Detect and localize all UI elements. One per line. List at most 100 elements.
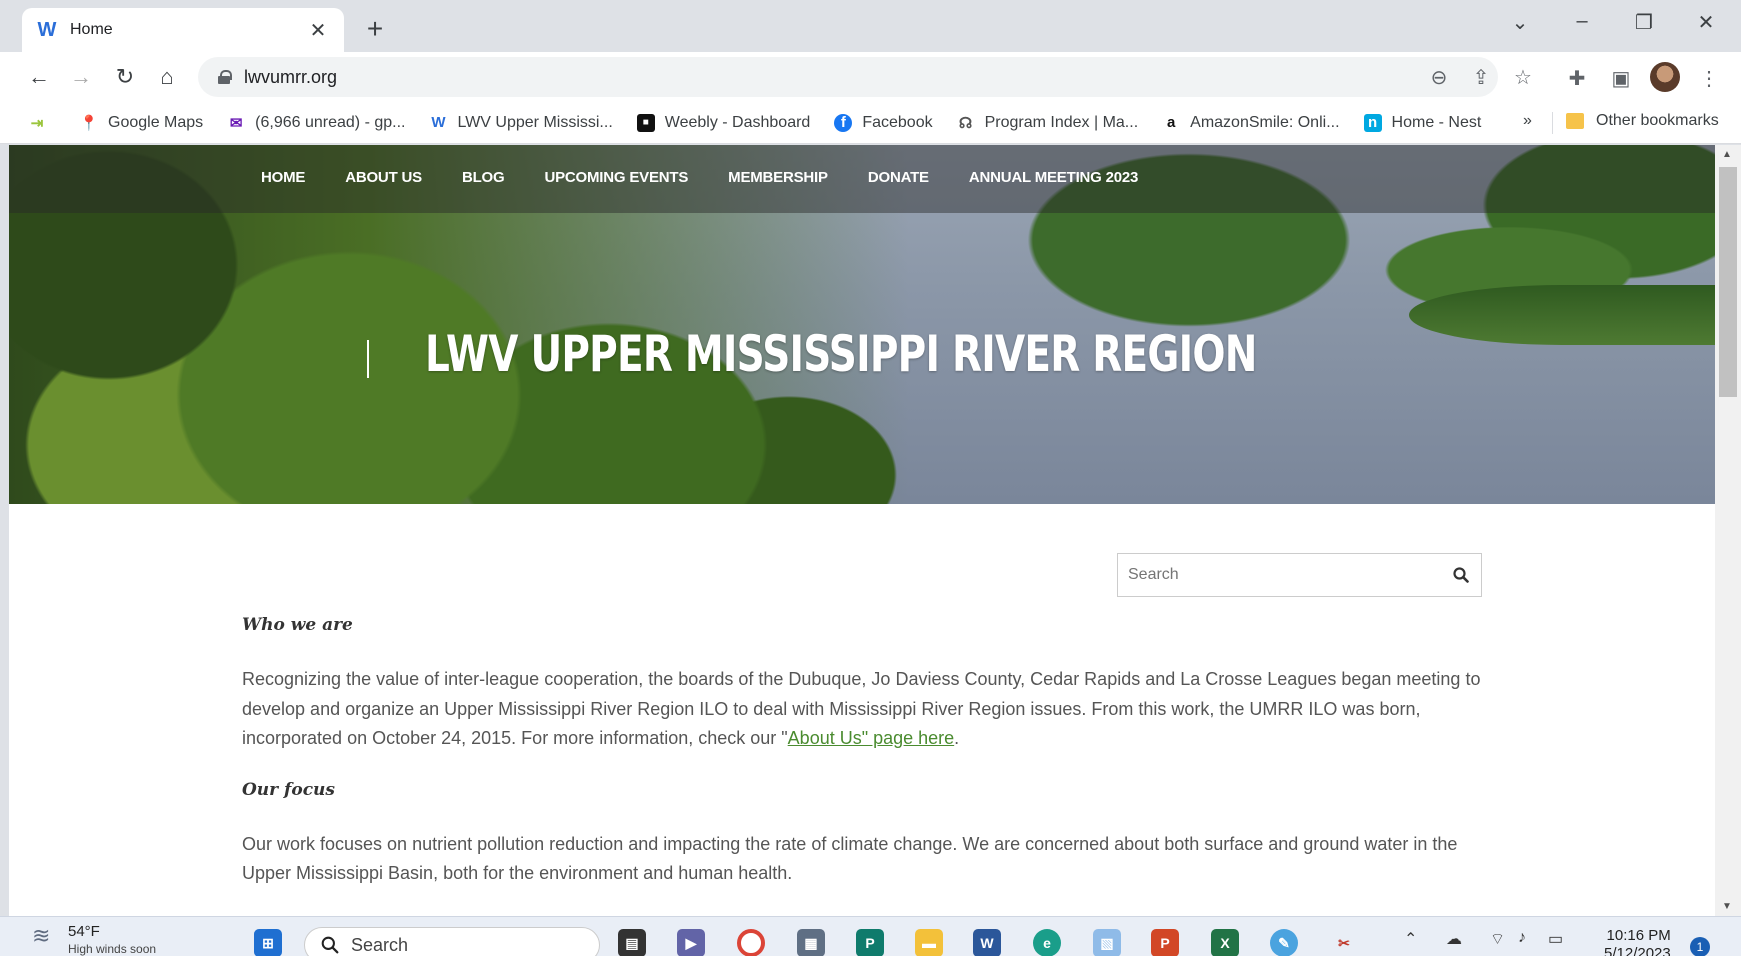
title-cursor-bar: [367, 340, 369, 378]
bookmark-item[interactable]: a AmazonSmile: Onli...: [1162, 113, 1340, 132]
more-bookmarks-button[interactable]: »: [1523, 112, 1532, 130]
bookmark-item[interactable]: W LWV Upper Mississi...: [429, 114, 612, 132]
scroll-down-arrow-icon[interactable]: ▼: [1722, 901, 1732, 912]
site-search-input[interactable]: [1128, 566, 1441, 584]
who-we-are-paragraph: Recognizing the value of inter-league co…: [242, 665, 1492, 754]
who-text-end: .: [954, 728, 960, 748]
weather-temp: 54°F: [68, 923, 100, 940]
wifi-icon[interactable]: ⌔: [1490, 929, 1505, 949]
scroll-up-arrow-icon[interactable]: ▲: [1722, 149, 1732, 160]
address-url: lwvumrr.org: [244, 66, 338, 87]
mail-icon: ✉: [229, 114, 243, 132]
extensions-icon[interactable]: ✚: [1562, 66, 1592, 91]
bookmark-label: Program Index | Ma...: [984, 113, 1139, 131]
close-window-icon[interactable]: ✕: [1688, 10, 1724, 35]
bookmark-item[interactable]: n Home - Nest: [1363, 113, 1482, 132]
bookmarks-divider: [1552, 112, 1553, 134]
nav-about-us[interactable]: ABOUT US: [345, 169, 422, 186]
bookmark-item[interactable]: ☊ Program Index | Ma...: [957, 113, 1139, 132]
our-focus-paragraph: Our work focuses on nutrient pollution r…: [242, 833, 1458, 884]
our-focus-heading: Our focus: [242, 779, 335, 800]
zoom-out-icon[interactable]: ⊖: [1426, 65, 1452, 90]
nav-membership[interactable]: MEMBERSHIP: [728, 169, 828, 186]
address-bar[interactable]: lwvumrr.org ⊖ ⇪ ☆: [198, 57, 1532, 97]
bookmark-label: AmazonSmile: Onli...: [1190, 113, 1340, 131]
bookmark-label: Home - Nest: [1391, 113, 1482, 131]
menu-kebab-icon[interactable]: ⋮: [1694, 66, 1724, 91]
nav-blog[interactable]: BLOG: [462, 169, 505, 186]
paint-icon[interactable]: ✎: [1270, 929, 1298, 956]
chrome-icon[interactable]: [737, 929, 765, 956]
weather-widget[interactable]: ≋ 54°F High winds soon: [32, 923, 156, 956]
nav-upcoming-events[interactable]: UPCOMING EVENTS: [544, 169, 688, 186]
bookmark-item[interactable]: ■ Weebly - Dashboard: [636, 113, 811, 132]
bookmark-label: (6,966 unread) - gp...: [255, 113, 406, 131]
photos-icon[interactable]: ▧: [1093, 929, 1121, 956]
home-icon[interactable]: ⌂: [152, 62, 182, 92]
share-icon[interactable]: ⇪: [1468, 65, 1494, 90]
bookmark-item[interactable]: f Facebook: [834, 113, 933, 132]
battery-icon[interactable]: ▭: [1548, 929, 1563, 949]
taskbar-search[interactable]: Search: [304, 927, 600, 956]
back-icon[interactable]: ←: [24, 62, 54, 92]
scrollbar-thumb[interactable]: [1719, 167, 1737, 397]
excel-icon[interactable]: X: [1211, 929, 1239, 956]
other-bookmarks-label: Other bookmarks: [1596, 112, 1719, 129]
onedrive-icon[interactable]: ☁: [1446, 929, 1462, 949]
side-panel-icon[interactable]: ▣: [1606, 66, 1636, 91]
volume-icon[interactable]: ♪: [1518, 929, 1526, 947]
page-scrollbar[interactable]: ▲ ▼: [1715, 145, 1741, 916]
publisher-icon[interactable]: P: [856, 929, 884, 956]
clock-time: 10:16 PM: [1606, 927, 1671, 944]
program-icon: ☊: [958, 114, 973, 132]
snipping-tool-icon[interactable]: ✂: [1330, 929, 1358, 956]
notification-badge[interactable]: 1: [1690, 937, 1710, 956]
bookmark-label: Weebly - Dashboard: [664, 113, 811, 131]
task-view-icon[interactable]: ▤: [618, 929, 646, 956]
bookmark-item[interactable]: 📍 Google Maps: [80, 114, 204, 132]
word-icon[interactable]: W: [973, 929, 1001, 956]
tab-search-chevron-icon[interactable]: ⌄: [1502, 10, 1538, 35]
weebly-icon: W: [37, 18, 57, 41]
edge-icon[interactable]: e: [1033, 929, 1061, 956]
windows-start-icon[interactable]: ⊞: [254, 929, 282, 956]
weather-desc: High winds soon: [68, 942, 157, 956]
system-clock[interactable]: 10:16 PM 5/12/2023: [1604, 927, 1671, 956]
bookmarks-bar: ⇥ 📍 Google Maps ✉ (6,966 unread) - gp...…: [0, 102, 1741, 144]
profile-avatar[interactable]: [1650, 62, 1680, 92]
bookmark-item[interactable]: ⇥: [28, 114, 56, 132]
bookmark-item[interactable]: ✉ (6,966 unread) - gp...: [227, 113, 406, 132]
tab-title: Home: [70, 21, 113, 38]
weebly-icon: W: [431, 114, 446, 131]
bookmark-star-icon[interactable]: ☆: [1510, 65, 1536, 90]
lock-icon[interactable]: [218, 70, 232, 84]
site-search[interactable]: [1117, 553, 1482, 597]
bookmark-label: LWV Upper Mississi...: [457, 113, 613, 131]
folder-icon: [1566, 113, 1584, 129]
nest-icon: n: [1363, 113, 1382, 132]
restore-icon[interactable]: ❐: [1626, 10, 1662, 35]
minimize-icon[interactable]: –: [1564, 10, 1600, 33]
nav-annual-meeting-2023[interactable]: ANNUAL MEETING 2023: [969, 169, 1138, 186]
taskbar-search-label: Search: [351, 934, 409, 955]
search-icon[interactable]: [1441, 567, 1481, 583]
other-bookmarks-button[interactable]: Other bookmarks: [1566, 112, 1719, 130]
teams-icon[interactable]: ▶: [677, 929, 705, 956]
forward-icon[interactable]: →: [66, 62, 96, 92]
tab-strip: W Home ✕ + ⌄ – ❐ ✕: [0, 0, 1741, 52]
nav-home[interactable]: HOME: [261, 169, 305, 186]
calculator-icon[interactable]: ▦: [797, 929, 825, 956]
close-tab-icon[interactable]: ✕: [306, 18, 330, 43]
browser-tab-home[interactable]: W Home ✕: [22, 8, 344, 52]
hero-shore-image: [1409, 285, 1715, 345]
who-we-are-heading: Who we are: [242, 615, 353, 635]
powerpoint-icon[interactable]: P: [1151, 929, 1179, 956]
reload-icon[interactable]: ↻: [110, 62, 140, 92]
about-us-link[interactable]: About Us" page here: [788, 728, 955, 748]
nav-donate[interactable]: DONATE: [868, 169, 929, 186]
bookmark-arrow-icon: ⇥: [30, 114, 44, 132]
file-explorer-icon[interactable]: ▬: [915, 929, 943, 956]
tray-chevron-icon[interactable]: ⌃: [1404, 929, 1417, 949]
clock-date: 5/12/2023: [1604, 945, 1671, 956]
new-tab-button[interactable]: +: [360, 13, 390, 44]
